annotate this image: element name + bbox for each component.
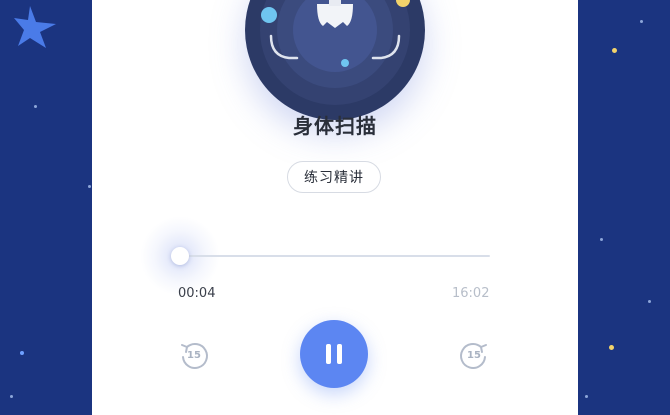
- skip-forward-button[interactable]: 15: [458, 339, 490, 371]
- pause-button[interactable]: [300, 320, 368, 388]
- pause-icon: [326, 344, 331, 364]
- current-time: 00:04: [178, 286, 216, 301]
- star-dot: [34, 105, 37, 108]
- star-dot: [600, 238, 603, 241]
- star-dot: [612, 48, 617, 53]
- skip-forward-seconds: 15: [467, 350, 481, 361]
- star-dot: [88, 185, 91, 188]
- progress-knob[interactable]: [171, 247, 189, 265]
- star-dot: [609, 345, 614, 350]
- star-dot: [585, 395, 588, 398]
- practice-tag-chip[interactable]: 练习精讲: [287, 161, 381, 193]
- skip-back-seconds: 15: [187, 350, 201, 361]
- star-dot: [20, 351, 24, 355]
- star-dot: [10, 395, 13, 398]
- pause-icon-bar: [337, 344, 342, 364]
- star-dot: [640, 20, 643, 23]
- total-time: 16:02: [452, 286, 490, 301]
- progress-bar[interactable]: [180, 255, 490, 257]
- track-cover-image: [245, 0, 425, 120]
- skip-back-button[interactable]: 15: [178, 339, 210, 371]
- track-title: 身体扫描: [293, 114, 377, 138]
- star-dot: [648, 300, 651, 303]
